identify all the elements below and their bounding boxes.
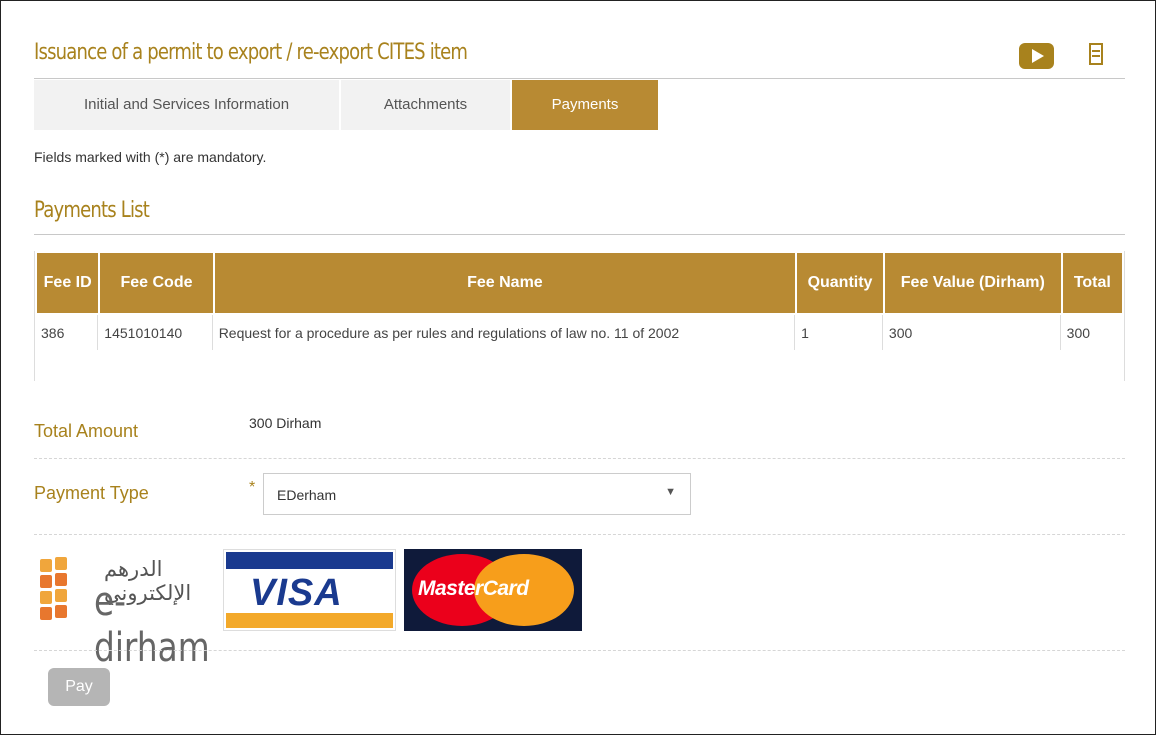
edirham-latin-text: e-dirham <box>94 579 210 671</box>
mastercard-wordmark: MasterCard <box>418 577 529 600</box>
cell-fee-id: 386 <box>37 315 99 350</box>
table-header-row: Fee ID Fee Code Fee Name Quantity Fee Va… <box>37 253 1122 313</box>
total-amount-label: Total Amount <box>34 421 139 441</box>
visa-wordmark: VISA <box>250 572 343 614</box>
play-video-icon[interactable] <box>1019 43 1054 69</box>
column-header-total: Total <box>1062 253 1122 313</box>
total-amount-value: 300 Dirham <box>249 415 322 431</box>
payments-list-title: Payments List <box>34 198 150 223</box>
logos-divider <box>34 634 1125 651</box>
tab-bar: Initial and Services Information Attachm… <box>34 80 660 130</box>
tab-payments[interactable]: Payments <box>512 80 658 130</box>
column-header-fee-code: Fee Code <box>100 253 213 313</box>
payment-type-select[interactable]: EDerham ▼ <box>263 473 691 515</box>
payments-table: Fee ID Fee Code Fee Name Quantity Fee Va… <box>35 251 1124 352</box>
column-header-quantity: Quantity <box>797 253 883 313</box>
payments-list-heading: Payments List <box>34 196 1125 235</box>
page-frame: Issuance of a permit to export / re-expo… <box>0 0 1156 735</box>
title-bar: Issuance of a permit to export / re-expo… <box>34 38 1125 79</box>
tab-initial-services-info[interactable]: Initial and Services Information <box>34 80 339 130</box>
edirham-logo: الدرهم الإلكتروني e-dirham <box>36 549 222 671</box>
cell-fee-name: Request for a procedure as per rules and… <box>215 315 796 350</box>
column-header-fee-id: Fee ID <box>37 253 99 313</box>
mastercard-logo: MasterCard <box>404 549 582 631</box>
cell-fee-value: 300 <box>885 315 1061 350</box>
pay-button[interactable]: Pay <box>48 668 110 706</box>
mandatory-note: Fields marked with (*) are mandatory. <box>34 149 267 165</box>
page-title: Issuance of a permit to export / re-expo… <box>34 40 468 65</box>
payment-type-row: Payment Type * EDerham ▼ <box>34 473 1125 535</box>
cell-quantity: 1 <box>797 315 883 350</box>
payments-table-wrapper: Fee ID Fee Code Fee Name Quantity Fee Va… <box>34 251 1125 381</box>
payment-type-label: Payment Type <box>34 483 149 503</box>
required-marker: * <box>249 479 256 496</box>
edirham-mark-icon <box>40 557 70 621</box>
document-list-icon[interactable] <box>1089 43 1103 65</box>
column-header-fee-value: Fee Value (Dirham) <box>884 253 1061 313</box>
tab-attachments[interactable]: Attachments <box>341 80 510 130</box>
column-header-fee-name: Fee Name <box>214 253 796 313</box>
total-amount-row: Total Amount 300 Dirham <box>34 409 1125 459</box>
cell-fee-code: 1451010140 <box>100 315 213 350</box>
cell-total: 300 <box>1066 325 1091 341</box>
visa-logo: VISA <box>223 549 396 631</box>
chevron-down-icon: ▼ <box>665 486 676 498</box>
table-row: 386 1451010140 Request for a procedure a… <box>37 315 1122 350</box>
payment-type-selected-value: EDerham <box>277 487 337 503</box>
